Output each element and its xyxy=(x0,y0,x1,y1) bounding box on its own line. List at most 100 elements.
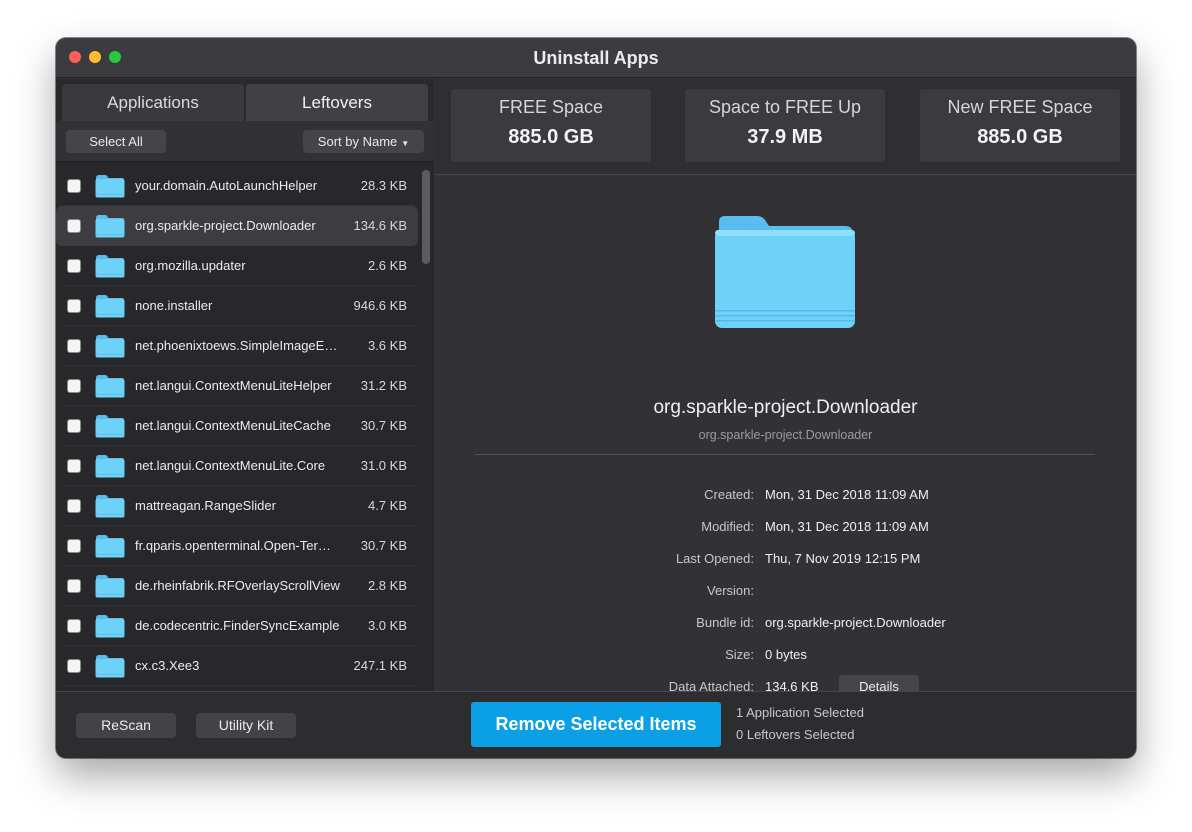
select-all-button[interactable]: Select All xyxy=(66,130,166,153)
item-checkbox[interactable] xyxy=(67,659,81,673)
item-checkbox[interactable] xyxy=(67,499,81,513)
folder-icon xyxy=(95,494,125,518)
dropdown-caret-icon: ▼ xyxy=(401,139,410,148)
list-item[interactable]: de.codecentric.FinderSyncExample 3.0 KB xyxy=(56,606,418,646)
leftovers-panel: Applications Leftovers Select All Sort b… xyxy=(56,79,434,691)
item-checkbox[interactable] xyxy=(67,459,81,473)
info-value: 0 bytes xyxy=(765,647,807,662)
info-created: Created: Mon, 31 Dec 2018 11:09 AM xyxy=(435,487,1136,505)
item-checkbox[interactable] xyxy=(67,259,81,273)
item-name: your.domain.AutoLaunchHelper xyxy=(135,178,318,193)
item-name: de.codecentric.FinderSyncExample xyxy=(135,618,340,633)
folder-icon xyxy=(95,574,125,598)
item-size: 247.1 KB xyxy=(353,658,408,673)
list-item[interactable]: org.mozilla.updater 2.6 KB xyxy=(56,246,418,286)
stat-free-space: FREE Space 885.0 GB xyxy=(451,89,651,162)
item-checkbox[interactable] xyxy=(67,539,81,553)
footer-bar: ReScan Utility Kit Remove Selected Items… xyxy=(56,691,1136,758)
close-window-button[interactable] xyxy=(69,51,81,63)
utility-kit-button[interactable]: Utility Kit xyxy=(196,713,296,738)
list-item[interactable]: de.rheinfabrik.RFOverlayScrollView 2.8 KB xyxy=(56,566,418,606)
item-name: org.sparkle-project.Downloader xyxy=(653,397,918,418)
leftovers-selected-count: 0 Leftovers Selected xyxy=(736,727,855,742)
folder-icon xyxy=(95,414,125,438)
tab-applications[interactable]: Applications xyxy=(62,84,244,121)
list-item[interactable]: none.installer 946.6 KB xyxy=(56,286,418,326)
stat-label: Space to FREE Up xyxy=(708,97,862,117)
stat-value: 885.0 GB xyxy=(977,126,1063,148)
info-size: Size: 0 bytes xyxy=(435,647,1136,665)
info-label: Modified: xyxy=(701,519,754,534)
list-item[interactable]: your.domain.AutoLaunchHelper 28.3 KB xyxy=(56,166,418,206)
list-item[interactable]: net.langui.ContextMenuLiteHelper 31.2 KB xyxy=(56,366,418,406)
row-divider xyxy=(64,685,418,686)
folder-icon xyxy=(95,654,125,678)
list-item[interactable]: fr.qparis.openterminal.Open-Terminal 30.7… xyxy=(56,526,418,566)
stat-value: 885.0 GB xyxy=(508,126,594,148)
sort-by-label: Sort by Name xyxy=(317,134,398,149)
item-name: mattreagan.RangeSlider xyxy=(135,498,276,513)
remove-selected-items-button[interactable]: Remove Selected Items xyxy=(471,702,721,747)
item-name: none.installer xyxy=(135,298,213,313)
stat-space-to-free: Space to FREE Up 37.9 MB xyxy=(685,89,885,162)
tab-leftovers[interactable]: Leftovers xyxy=(246,84,428,121)
item-size: 31.2 KB xyxy=(360,378,407,393)
item-size: 30.7 KB xyxy=(360,418,407,433)
uninstall-apps-window: Uninstall Apps Applications Leftovers Se… xyxy=(56,38,1136,758)
info-label: Last Opened: xyxy=(675,551,754,566)
list-item[interactable]: net.langui.ContextMenuLiteCache 30.7 KB xyxy=(56,406,418,446)
list-item[interactable]: net.phoenixtoews.SimpleImageEditor 3.6 KB xyxy=(56,326,418,366)
info-label: Bundle id: xyxy=(696,615,754,630)
item-size: 28.3 KB xyxy=(360,178,407,193)
stat-label: FREE Space xyxy=(498,97,604,117)
item-size: 946.6 KB xyxy=(353,298,408,313)
detail-panel: FREE Space 885.0 GB Space to FREE Up 37.… xyxy=(435,79,1136,698)
list-scrollbar[interactable] xyxy=(422,170,430,264)
info-label: Created: xyxy=(704,487,754,502)
item-size: 2.6 KB xyxy=(367,258,407,273)
minimize-window-button[interactable] xyxy=(89,51,101,63)
item-checkbox[interactable] xyxy=(67,299,81,313)
rescan-button[interactable]: ReScan xyxy=(76,713,176,738)
list-toolbar: Select All Sort by Name ▼ xyxy=(56,121,434,161)
item-name: fr.qparis.openterminal.Open-Terminal xyxy=(135,538,340,553)
stat-value: 37.9 MB xyxy=(747,126,823,148)
list-item[interactable]: cx.c3.Xee3 247.1 KB xyxy=(56,646,418,686)
info-value: Mon, 31 Dec 2018 11:09 AM xyxy=(765,487,929,502)
leftover-list[interactable]: your.domain.AutoLaunchHelper 28.3 KB org.s… xyxy=(56,161,434,691)
item-checkbox[interactable] xyxy=(67,219,81,233)
list-item[interactable]: net.langui.ContextMenuLite.Core 31.0 KB xyxy=(56,446,418,486)
list-item[interactable]: org.sparkle-project.Downloader 134.6 KB xyxy=(56,206,418,246)
applications-selected-count: 1 Application Selected xyxy=(736,705,864,720)
item-checkbox[interactable] xyxy=(67,179,81,193)
zoom-window-button[interactable] xyxy=(109,51,121,63)
info-bundle-id: Bundle id: org.sparkle-project.Downloade… xyxy=(435,615,1136,633)
item-checkbox[interactable] xyxy=(67,339,81,353)
item-size: 3.0 KB xyxy=(367,618,407,633)
item-name: net.langui.ContextMenuLite.Core xyxy=(135,458,326,473)
title-bar: Uninstall Apps xyxy=(56,38,1136,78)
item-checkbox[interactable] xyxy=(67,579,81,593)
item-size: 134.6 KB xyxy=(353,218,408,233)
item-size: 4.7 KB xyxy=(367,498,407,513)
item-name: cx.c3.Xee3 xyxy=(135,658,200,673)
stat-new-free-space: New FREE Space 885.0 GB xyxy=(920,89,1120,162)
item-name: org.mozilla.updater xyxy=(135,258,246,273)
item-checkbox[interactable] xyxy=(67,619,81,633)
item-name: de.rheinfabrik.RFOverlayScrollView xyxy=(135,578,340,593)
item-checkbox[interactable] xyxy=(67,379,81,393)
item-size: 30.7 KB xyxy=(360,538,407,553)
window-title: Uninstall Apps xyxy=(533,48,659,68)
list-item[interactable]: mattreagan.RangeSlider 4.7 KB xyxy=(56,486,418,526)
folder-icon xyxy=(95,294,125,318)
divider xyxy=(475,454,1095,455)
info-label: Version: xyxy=(707,583,754,598)
item-bundle-subtitle: org.sparkle-project.Downloader xyxy=(698,428,873,442)
item-checkbox[interactable] xyxy=(67,419,81,433)
info-value: Thu, 7 Nov 2019 12:15 PM xyxy=(765,551,921,566)
info-version: Version: xyxy=(435,583,1136,601)
item-name: org.sparkle-project.Downloader xyxy=(135,218,316,233)
folder-icon xyxy=(95,174,125,198)
folder-icon xyxy=(715,216,855,328)
sort-by-dropdown[interactable]: Sort by Name ▼ xyxy=(303,130,424,153)
